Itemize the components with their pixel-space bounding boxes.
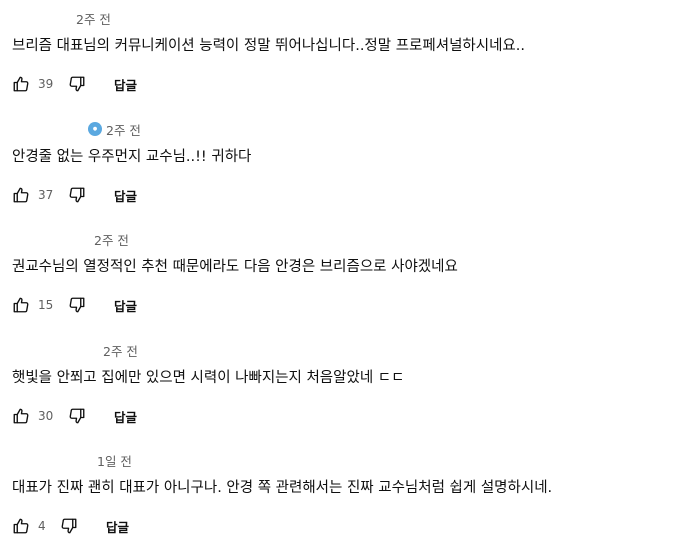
comment-text: 안경줄 없는 우주먼지 교수님..!! 귀하다	[12, 149, 252, 165]
thumbs-down-icon[interactable]	[66, 294, 88, 316]
comment-timestamp[interactable]: 2주 전	[103, 341, 138, 360]
reply-button[interactable]: 답글	[114, 296, 137, 315]
thumbs-down-icon[interactable]	[66, 405, 88, 427]
comment-timestamp[interactable]: 2주 전	[76, 9, 111, 28]
thumbs-up-icon[interactable]	[10, 515, 32, 537]
comment-text: 대표가 진짜 괜히 대표가 아니구나. 안경 쪽 관련해서는 진짜 교수님처럼 …	[12, 480, 553, 496]
thumbs-down-icon[interactable]	[66, 184, 88, 206]
like-count: 15	[38, 298, 54, 312]
thumbs-up-icon[interactable]	[10, 184, 32, 206]
reply-button[interactable]: 답글	[106, 517, 129, 536]
comment-text: 브리즘 대표님의 커뮤니케이션 능력이 정말 뛰어나십니다..정말 프로페셔널하…	[12, 38, 525, 54]
reply-button[interactable]: 답글	[114, 186, 137, 205]
creator-badge-icon: ●	[88, 122, 102, 136]
comment-timestamp[interactable]: 2주 전	[106, 120, 141, 139]
comment-meta: 2주 전	[103, 340, 138, 360]
like-count: 39	[38, 77, 54, 91]
comment-actions: 15 답글	[10, 293, 137, 317]
reply-button[interactable]: 답글	[114, 407, 137, 426]
comment-timestamp[interactable]: 2주 전	[94, 230, 129, 249]
comment-actions: 30 답글	[10, 404, 137, 428]
comment-text: 권교수님의 열정적인 추천 때문에라도 다음 안경은 브리즘으로 사야겠네요	[12, 259, 458, 275]
comment-meta: 2주 전	[76, 8, 111, 28]
like-count: 37	[38, 188, 54, 202]
comment-actions: 37 답글	[10, 183, 137, 207]
comment-meta: 2주 전	[94, 229, 129, 249]
thumbs-down-icon[interactable]	[58, 515, 80, 537]
thumbs-up-icon[interactable]	[10, 294, 32, 316]
like-count: 30	[38, 409, 54, 423]
comment-actions: 4 답글	[10, 514, 129, 538]
comment-meta: 1일 전	[97, 450, 132, 470]
comment-text: 햇빛을 안쬐고 집에만 있으면 시력이 나빠지는지 처음알았네 ㄷㄷ	[12, 370, 405, 386]
thumbs-up-icon[interactable]	[10, 405, 32, 427]
thumbs-down-icon[interactable]	[66, 73, 88, 95]
like-count: 4	[38, 519, 46, 533]
comment-timestamp[interactable]: 1일 전	[97, 451, 132, 470]
reply-button[interactable]: 답글	[114, 75, 137, 94]
comment-actions: 39 답글	[10, 72, 137, 96]
comment-meta: ● 2주 전	[88, 119, 141, 139]
thumbs-up-icon[interactable]	[10, 73, 32, 95]
